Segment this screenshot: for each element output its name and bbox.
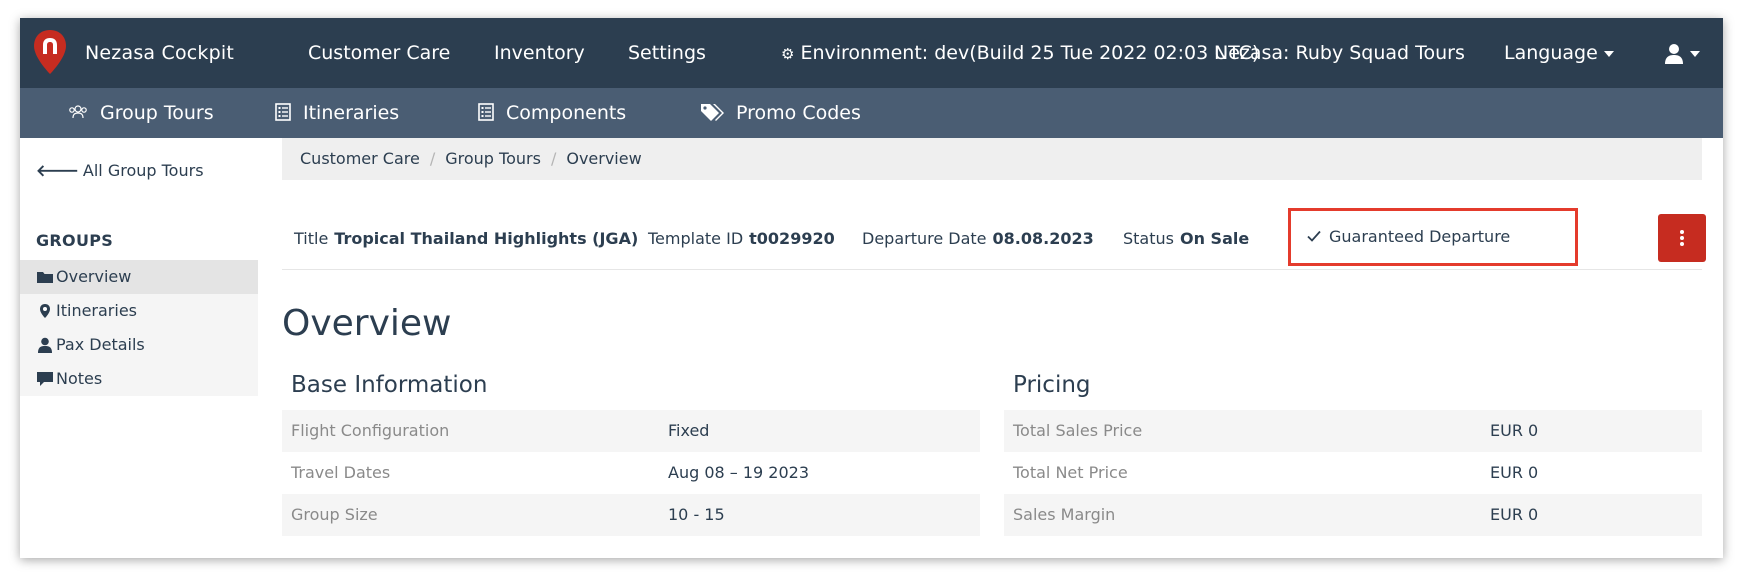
app-window: Nezasa Cockpit Customer Care Inventory S… <box>20 18 1723 558</box>
info-title-label: Title <box>294 229 329 248</box>
row-label: Group Size <box>291 505 378 524</box>
gear-icon: ⚙ <box>781 45 795 63</box>
table-row: Group Size 10 - 15 <box>282 494 980 536</box>
sidebar-item-label: Notes <box>56 369 103 388</box>
row-label: Total Net Price <box>1013 463 1128 482</box>
sidebar-item-notes[interactable]: Notes <box>20 362 258 396</box>
nav-inventory[interactable]: Inventory <box>494 18 585 88</box>
user-icon <box>1665 43 1683 64</box>
info-departure-label: Departure Date <box>862 229 987 248</box>
pricing-table: Total Sales Price EUR 0 Total Net Price … <box>1004 410 1702 536</box>
guaranteed-departure-label: Guaranteed Departure <box>1329 227 1511 246</box>
sidebar-item-overview[interactable]: Overview <box>20 260 258 294</box>
top-navbar: Nezasa Cockpit Customer Care Inventory S… <box>20 18 1723 88</box>
row-value: Fixed <box>668 421 710 440</box>
row-label: Flight Configuration <box>291 421 450 440</box>
breadcrumb-separator: / <box>429 149 436 168</box>
caret-down-icon <box>1603 50 1614 57</box>
breadcrumb-group-tours[interactable]: Group Tours <box>445 149 541 168</box>
environment-text: Environment: dev(Build 25 Tue 2022 02:03… <box>800 42 1260 64</box>
breadcrumb: Customer Care / Group Tours / Overview <box>282 138 1702 180</box>
subnav-label: Components <box>506 102 627 124</box>
tags-icon <box>701 103 724 121</box>
check-icon <box>1307 230 1321 242</box>
back-to-group-tours-link[interactable]: 🡐 All Group Tours <box>36 160 204 180</box>
sidebar-item-pax-details[interactable]: Pax Details <box>20 328 258 362</box>
caret-down-icon <box>1690 50 1700 57</box>
info-title: Title Tropical Thailand Highlights (JGA) <box>294 208 638 270</box>
subnav-label: Promo Codes <box>736 102 861 124</box>
row-label: Travel Dates <box>291 463 391 482</box>
base-information-table: Flight Configuration Fixed Travel Dates … <box>282 410 980 536</box>
row-value: Aug 08 – 19 2023 <box>668 463 810 482</box>
guaranteed-departure-badge[interactable]: Guaranteed Departure <box>1288 208 1578 266</box>
row-label: Sales Margin <box>1013 505 1116 524</box>
info-status: Status On Sale <box>1123 208 1249 270</box>
row-value: EUR 0 <box>1490 505 1539 524</box>
subnav-components[interactable]: Components <box>478 88 626 138</box>
info-status-value: On Sale <box>1179 229 1250 248</box>
more-actions-button[interactable] <box>1658 214 1706 262</box>
table-row: Sales Margin EUR 0 <box>1004 494 1702 536</box>
user-icon <box>38 337 52 353</box>
user-menu[interactable] <box>1664 18 1700 88</box>
environment-info: ⚙ Environment: dev(Build 25 Tue 2022 02:0… <box>781 18 1259 88</box>
arrow-left-icon: 🡐 <box>36 161 79 180</box>
table-row: Total Net Price EUR 0 <box>1004 452 1702 494</box>
subnav-group-tours[interactable]: Group Tours <box>68 88 214 138</box>
page-title: Overview <box>282 303 452 344</box>
subnav-label: Group Tours <box>100 102 214 124</box>
sidebar-item-label: Overview <box>56 267 132 286</box>
breadcrumb-customer-care[interactable]: Customer Care <box>300 149 420 168</box>
comment-icon <box>37 371 53 386</box>
main-content: Customer Care / Group Tours / Overview Title… <box>282 138 1706 558</box>
language-label: Language <box>1504 42 1598 64</box>
list-icon <box>478 102 494 121</box>
folder-icon <box>37 271 53 283</box>
sidebar-menu: Overview Itineraries Pax Details Notes <box>20 260 258 396</box>
list-icon <box>275 102 291 121</box>
table-row: Travel Dates Aug 08 – 19 2023 <box>282 452 980 494</box>
breadcrumb-separator: / <box>550 149 557 168</box>
sidebar-item-label: Pax Details <box>56 335 145 354</box>
info-departure-value: 08.08.2023 <box>992 229 1094 248</box>
language-dropdown[interactable]: Language <box>1504 18 1614 88</box>
info-template-value: t0029920 <box>749 229 835 248</box>
vertical-ellipsis-icon <box>1680 230 1684 246</box>
row-label: Total Sales Price <box>1013 421 1143 440</box>
table-row: Flight Configuration Fixed <box>282 410 980 452</box>
info-departure-date: Departure Date 08.08.2023 <box>862 208 1094 270</box>
sidebar-item-itineraries[interactable]: Itineraries <box>20 294 258 328</box>
nav-settings[interactable]: Settings <box>628 18 706 88</box>
base-information-heading: Base Information <box>291 372 488 398</box>
map-marker-icon <box>40 303 50 318</box>
nezasa-logo-icon[interactable] <box>32 28 68 76</box>
info-title-value: Tropical Thailand Highlights (JGA) <box>334 229 639 248</box>
back-link-label: All Group Tours <box>82 161 204 180</box>
tour-info-bar: Title Tropical Thailand Highlights (JGA) … <box>282 208 1706 270</box>
info-template-label: Template ID <box>648 229 744 248</box>
table-row: Total Sales Price EUR 0 <box>1004 410 1702 452</box>
sidebar-item-label: Itineraries <box>56 301 138 320</box>
sidebar-heading: GROUPS <box>36 231 114 250</box>
subnav-label: Itineraries <box>303 102 400 124</box>
row-value: 10 - 15 <box>668 505 725 524</box>
row-value: EUR 0 <box>1490 463 1539 482</box>
brand-title[interactable]: Nezasa Cockpit <box>85 18 234 88</box>
subnav-promo-codes[interactable]: Promo Codes <box>700 88 861 138</box>
nav-customer-care[interactable]: Customer Care <box>308 18 450 88</box>
breadcrumb-overview: Overview <box>566 149 642 168</box>
row-value: EUR 0 <box>1490 421 1539 440</box>
tenant-name[interactable]: Nezasa: Ruby Squad Tours <box>1214 18 1465 88</box>
group-icon <box>69 104 87 118</box>
sidebar: 🡐 All Group Tours GROUPS Overview Itinera… <box>20 138 258 558</box>
pricing-heading: Pricing <box>1013 372 1091 398</box>
info-status-label: Status <box>1123 229 1174 248</box>
subnav-itineraries[interactable]: Itineraries <box>275 88 399 138</box>
info-template-id: Template ID t0029920 <box>648 208 835 270</box>
secondary-navbar: Group Tours Itineraries Components Promo… <box>20 88 1723 138</box>
